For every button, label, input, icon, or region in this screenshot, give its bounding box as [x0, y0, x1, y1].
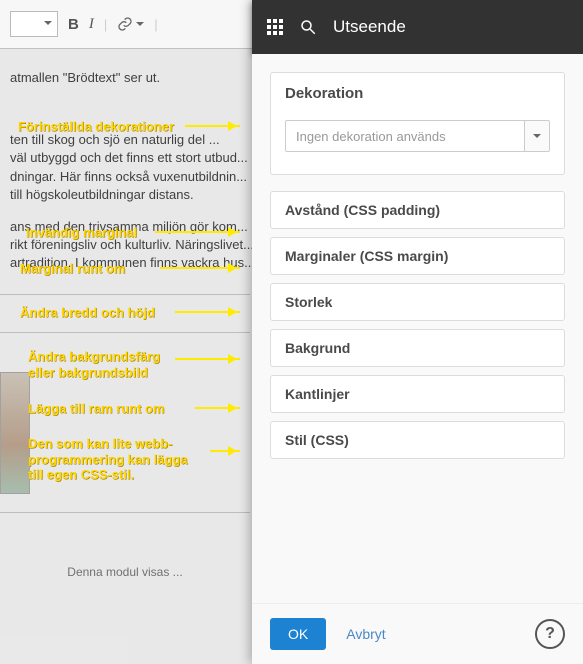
- decoration-section: Dekoration Ingen dekoration används: [270, 72, 565, 175]
- dim-overlay: [0, 48, 252, 664]
- chain-icon: [117, 16, 133, 32]
- italic-button[interactable]: I: [89, 16, 94, 33]
- cancel-button[interactable]: Avbryt: [346, 626, 385, 642]
- appearance-panel: Utseende Dekoration Ingen dekoration anv…: [252, 0, 583, 664]
- accordion-padding[interactable]: Avstånd (CSS padding): [270, 191, 565, 229]
- panel-footer: OK Avbryt ?: [252, 603, 583, 664]
- accordion-size[interactable]: Storlek: [270, 283, 565, 321]
- ok-button[interactable]: OK: [270, 618, 326, 650]
- help-icon[interactable]: ?: [535, 619, 565, 649]
- decoration-dropdown-placeholder: Ingen dekoration används: [286, 121, 524, 151]
- panel-title: Utseende: [333, 17, 406, 37]
- accordion-css[interactable]: Stil (CSS): [270, 421, 565, 459]
- search-icon[interactable]: [299, 18, 317, 36]
- link-button[interactable]: [117, 16, 144, 32]
- decoration-title: Dekoration: [271, 73, 564, 110]
- accordion-margin[interactable]: Marginaler (CSS margin): [270, 237, 565, 275]
- accordion-border[interactable]: Kantlinjer: [270, 375, 565, 413]
- bold-button[interactable]: B: [68, 16, 79, 33]
- panel-body: Dekoration Ingen dekoration används Avst…: [252, 54, 583, 603]
- apps-icon[interactable]: [267, 19, 283, 35]
- format-select[interactable]: [10, 11, 58, 37]
- decoration-dropdown[interactable]: Ingen dekoration används: [285, 120, 550, 152]
- chevron-down-icon: [136, 22, 144, 30]
- panel-header: Utseende: [252, 0, 583, 54]
- chevron-down-icon: [524, 121, 549, 151]
- accordion-background[interactable]: Bakgrund: [270, 329, 565, 367]
